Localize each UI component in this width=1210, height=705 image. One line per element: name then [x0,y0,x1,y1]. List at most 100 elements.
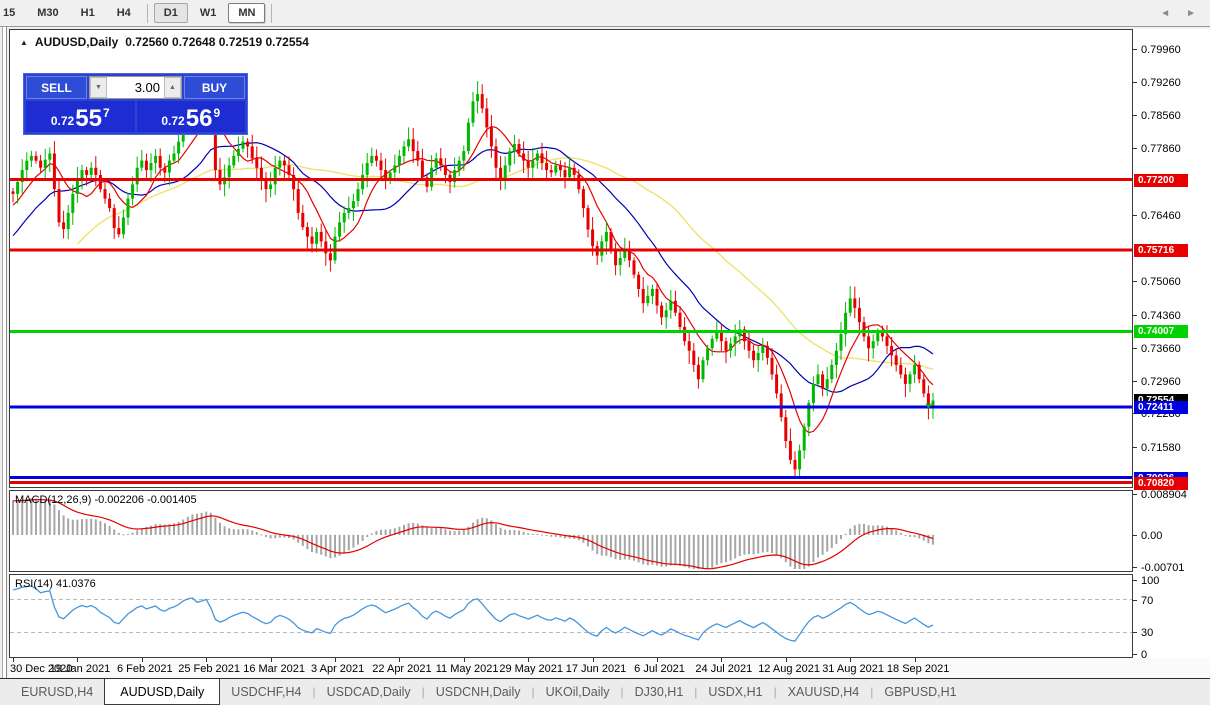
sell-price-main: 55 [75,105,102,132]
volume-input[interactable] [107,77,164,98]
axis-tick [1133,348,1137,349]
axis-tick [1133,567,1137,568]
axis-tick [1133,215,1137,216]
date-axis-label: 31 Aug 2021 [822,663,884,675]
chart-tab-bar: EURUSD,H4 AUDUSD,Daily USDCHF,H4 | USDCAD,Da… [0,678,1210,705]
price-axis-label: 0.79260 [1141,77,1181,89]
date-axis-label: 6 Jul 2021 [634,663,685,675]
timeframe-toolbar: 15 M30 H1 H4 D1 W1 MN [0,0,1210,27]
axis-tick [1133,580,1137,581]
axis-tick [1133,654,1137,655]
date-axis-label: 6 Feb 2021 [116,663,173,675]
date-axis-label: 16 Mar 2021 [243,663,305,675]
date-axis-label: 29 May 2021 [499,663,563,675]
chart-tab-xauusd[interactable]: XAUUSD,H4 [777,679,871,705]
one-click-trade-widget: SELL ▼ ▲ BUY 0.72 55 7 0.72 56 9 [23,73,248,135]
sell-price-pip: 7 [102,106,110,120]
axis-tick [1133,49,1137,50]
hline-price-badge: 0.75716 [1134,244,1188,257]
date-axis-label: 11 May 2021 [435,663,499,675]
timeframe-button-h4[interactable]: H4 [107,3,141,23]
timeframe-button-h1[interactable]: H1 [71,3,105,23]
rsi-axis-label: 70 [1141,595,1154,607]
tab-scroll-controls: ◄ ► [1160,8,1196,19]
macd-indicator-label: MACD(12,26,9) -0.002206 -0.001405 [15,494,197,506]
volume-increase-icon[interactable]: ▲ [164,77,181,98]
tabs-scroll-left-icon[interactable]: ◄ [1160,8,1170,19]
chart-window: ▲ AUDUSD,Daily 0.72560 0.72648 0.72519 0… [9,29,1210,678]
date-tick [399,658,400,662]
rsi-pane: RSI(14) 41.0376 [9,574,1133,658]
chart-tab-usdcad[interactable]: USDCAD,Daily [316,679,422,705]
timeframe-button-mn[interactable]: MN [228,3,266,23]
window-left-frame [0,27,9,678]
date-tick [142,658,143,662]
hline-price-badge: 0.74007 [1134,325,1188,338]
axis-tick [1133,447,1137,448]
date-tick [77,658,78,662]
axis-tick [1133,632,1137,633]
date-tick [271,658,272,662]
price-axis-label: 0.79960 [1141,44,1181,56]
price-axis-label: 0.73660 [1141,343,1181,355]
date-tick [786,658,787,662]
timeframe-button-m30[interactable]: M30 [27,3,68,23]
timeframe-button-d1[interactable]: D1 [153,3,188,23]
date-axis-label: 18 Sep 2021 [886,663,950,675]
chart-tab-ukoil[interactable]: UKOil,Daily [535,679,621,705]
rsi-chart [10,585,1132,642]
axis-tick [1133,281,1137,282]
toolbar-separator [271,3,273,23]
chart-tab-gbpusd[interactable]: GBPUSD,H1 [873,679,967,705]
buy-price-display[interactable]: 0.72 56 9 [136,101,245,132]
tabs-scroll-right-icon[interactable]: ► [1186,8,1196,19]
date-tick [335,658,336,662]
axis-tick [1133,494,1137,495]
date-tick [464,658,465,662]
price-axis-label: 0.75060 [1141,276,1181,288]
macd-axis-label: 0.008904 [1141,489,1187,501]
date-axis-label: 25 Feb 2021 [178,663,240,675]
date-tick [850,658,851,662]
date-tick [593,658,594,662]
date-axis-label: 24 Jul 2021 [695,663,753,675]
price-axis: 0.79960 0.79260 0.78560 0.77860 0.76460 0.750… [1133,29,1210,661]
axis-tick [1133,148,1137,149]
ohlc-values: 0.72560 0.72648 0.72519 0.72554 [125,35,309,49]
buy-button[interactable]: BUY [184,76,245,99]
volume-decrease-icon[interactable]: ▼ [90,77,107,98]
date-tick [915,658,916,662]
timeframe-button-w1[interactable]: W1 [190,3,227,23]
axis-tick [1133,600,1137,601]
date-axis-label: 22 Apr 2021 [372,663,432,675]
rsi-axis-label: 30 [1141,627,1154,639]
chart-tab-eurusd[interactable]: EURUSD,H4 [10,679,104,705]
collapse-chart-icon[interactable]: ▲ [20,38,28,47]
chart-tab-dj30[interactable]: DJ30,H1 [624,679,695,705]
sell-price-prefix: 0.72 [50,114,75,128]
price-axis-label: 0.74360 [1141,310,1181,322]
hline-price-badge: 0.77200 [1134,174,1188,187]
date-axis-label: 19 Jan 2021 [49,663,111,675]
date-axis-label: 17 Jun 2021 [565,663,627,675]
buy-price-pip: 9 [213,106,221,120]
axis-tick [1133,82,1137,83]
volume-spinner: ▼ ▲ [89,76,182,99]
date-axis: 30 Dec 2020 19 Jan 2021 6 Feb 2021 25 Feb 2… [9,658,1210,678]
axis-tick [1133,535,1137,536]
sell-button[interactable]: SELL [26,76,87,99]
buy-price-prefix: 0.72 [161,114,185,128]
date-tick [721,658,722,662]
axis-tick [1133,315,1137,316]
price-axis-label: 0.71580 [1141,442,1181,454]
chart-tab-audusd[interactable]: AUDUSD,Daily [104,679,221,705]
chart-tab-usdx[interactable]: USDX,H1 [697,679,773,705]
chart-tab-usdchf[interactable]: USDCHF,H4 [220,679,312,705]
price-axis-label: 0.78560 [1141,110,1181,122]
macd-pane: MACD(12,26,9) -0.002206 -0.001405 [9,490,1133,572]
timeframe-button-15[interactable]: 15 [0,3,25,23]
chart-tab-usdcnh[interactable]: USDCNH,Daily [425,679,532,705]
axis-tick [1133,381,1137,382]
sell-price-display[interactable]: 0.72 55 7 [26,101,135,132]
price-axis-label: 0.76460 [1141,210,1181,222]
